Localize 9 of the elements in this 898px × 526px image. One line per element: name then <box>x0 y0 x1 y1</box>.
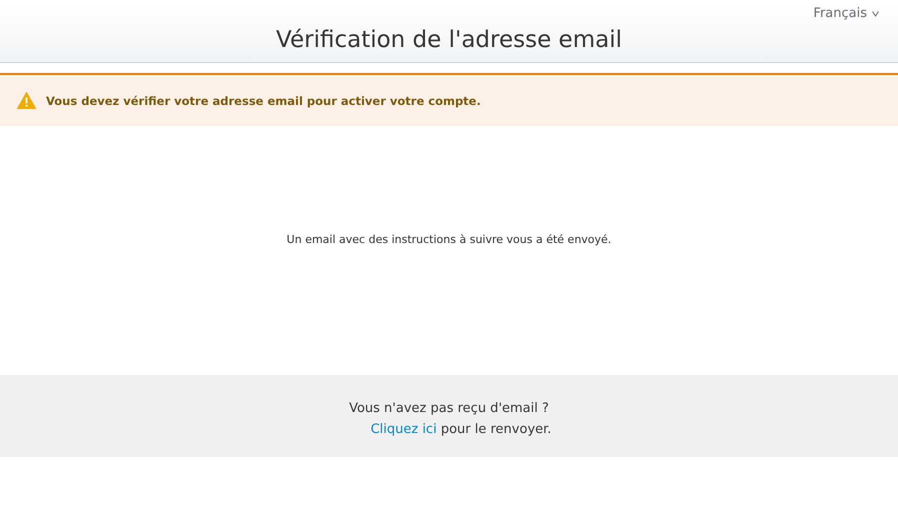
question-text: Vous n'avez pas reçu d'email ? <box>349 400 549 418</box>
resend-link[interactable]: Cliquez ici <box>370 422 437 437</box>
language-selector[interactable]: Français <box>813 6 879 21</box>
resend-text: Cliquez ici pour le renvoyer. <box>370 421 552 439</box>
alert-message: Vous devez vérifier votre adresse email pour activer votre compte. <box>46 94 481 108</box>
page-title: Vérification de l'adresse email <box>276 27 622 53</box>
caret-icon <box>872 10 879 16</box>
instructions-text: Un email avec des instructions à suivre vous a été envoyé. <box>286 233 612 248</box>
warning-icon <box>17 92 36 109</box>
